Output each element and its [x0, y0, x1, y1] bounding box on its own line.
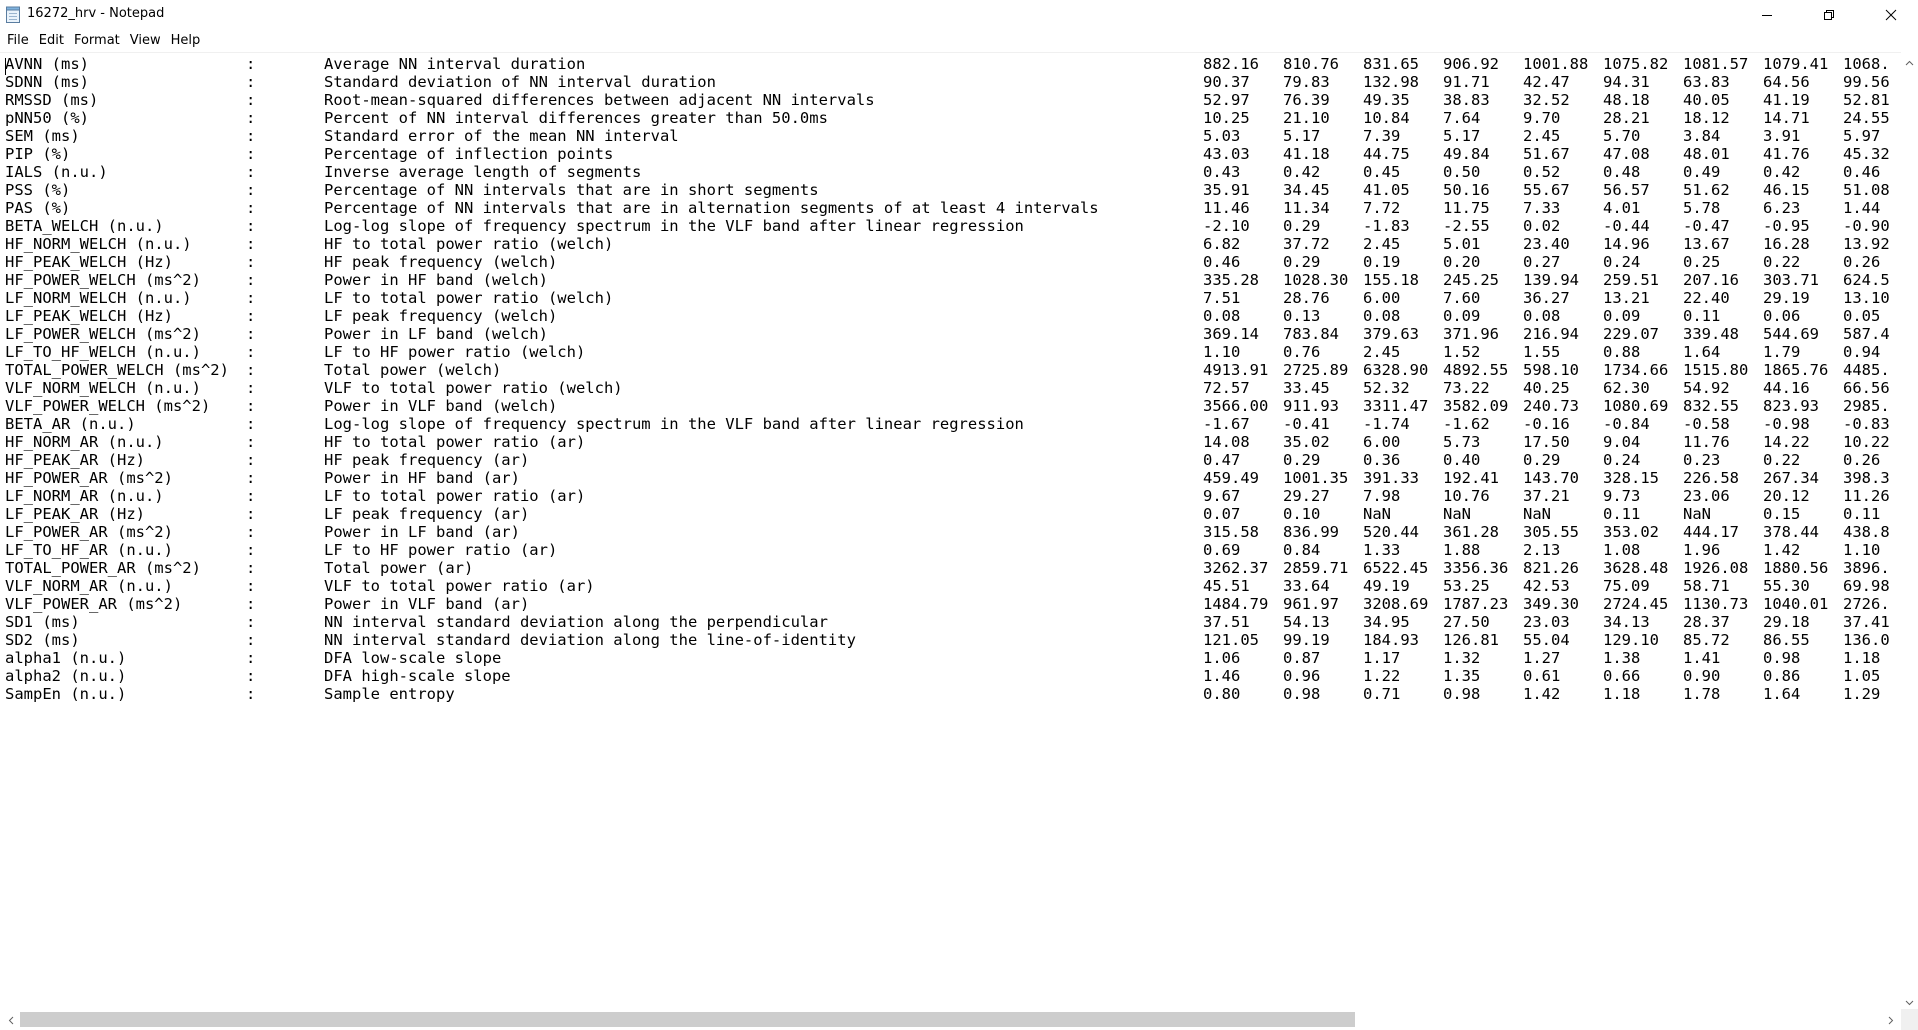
menu-bar: File Edit Format View Help	[0, 30, 1918, 52]
value-cell: 0.71	[1363, 685, 1401, 703]
chevron-left-icon	[8, 1010, 14, 1029]
horizontal-scrollbar[interactable]	[0, 1009, 1901, 1030]
close-button[interactable]	[1868, 0, 1914, 30]
minimize-icon	[1761, 6, 1773, 25]
value-cell: 0.80	[1203, 685, 1241, 703]
scroll-up-button[interactable]	[1901, 52, 1918, 69]
scrollbar-corner	[1901, 1009, 1918, 1030]
value-cell: 0.98	[1443, 685, 1481, 703]
parameter-description: Sample entropy	[324, 685, 455, 703]
vertical-scrollbar[interactable]	[1901, 52, 1918, 1009]
restore-icon	[1823, 6, 1835, 25]
window-title: 16272_hrv - Notepad	[27, 6, 165, 21]
scroll-down-button[interactable]	[1901, 992, 1918, 1009]
menu-file[interactable]: File	[2, 30, 34, 52]
scroll-left-button[interactable]	[2, 1011, 19, 1028]
text-editor[interactable]: AVNN (ms): Average NN interval duration 88…	[0, 52, 1901, 1009]
value-cell: 0.98	[1283, 685, 1321, 703]
chevron-down-icon	[1905, 991, 1914, 1010]
horizontal-scroll-thumb[interactable]	[20, 1012, 1355, 1027]
menu-edit[interactable]: Edit	[34, 30, 69, 52]
menu-help[interactable]: Help	[166, 30, 206, 52]
chevron-up-icon	[1905, 51, 1914, 70]
value-cell: 1.78	[1683, 685, 1721, 703]
menu-format[interactable]: Format	[69, 30, 125, 52]
title-bar: 16272_hrv - Notepad	[0, 0, 1918, 30]
value-cell: 1.42	[1523, 685, 1561, 703]
value-cell: 1.18	[1603, 685, 1641, 703]
menu-view[interactable]: View	[125, 30, 166, 52]
maximize-button[interactable]	[1806, 0, 1852, 30]
notepad-icon	[5, 6, 21, 23]
scroll-right-button[interactable]	[1882, 1011, 1899, 1028]
minimize-button[interactable]	[1744, 0, 1790, 30]
value-cell: 1.64	[1763, 685, 1801, 703]
chevron-right-icon	[1888, 1010, 1894, 1029]
parameter-name: SampEn (n.u.)	[5, 685, 127, 703]
colon-separator: :	[246, 685, 256, 703]
value-cell: 1.29	[1843, 685, 1881, 703]
close-icon	[1885, 6, 1897, 25]
